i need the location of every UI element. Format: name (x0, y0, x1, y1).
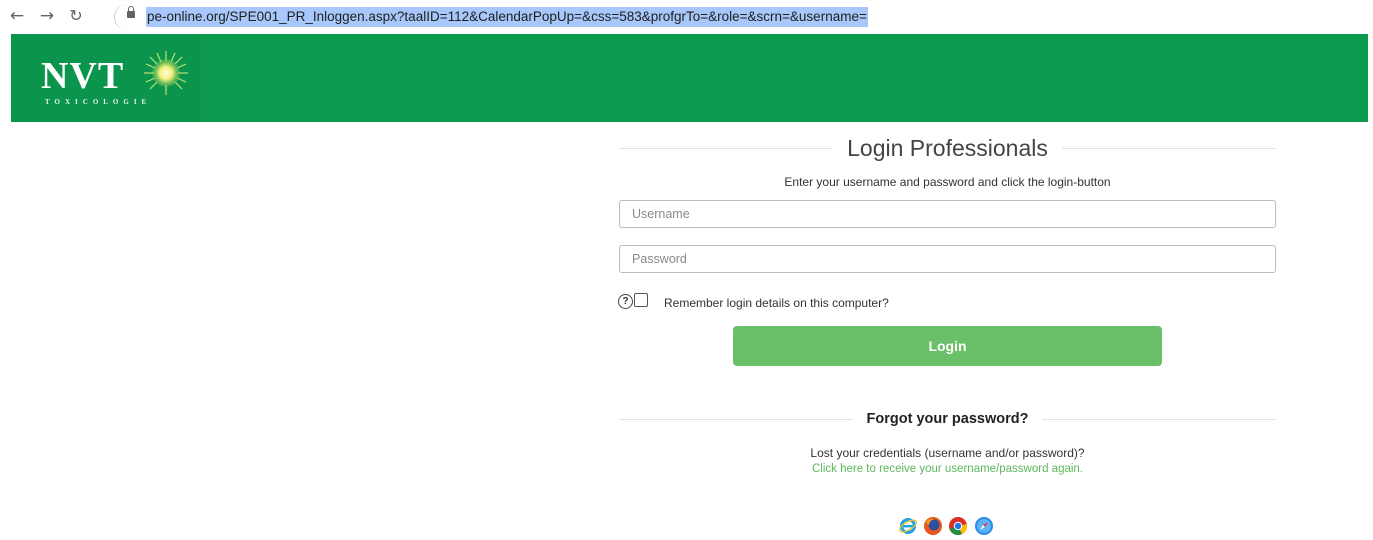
lost-credentials-text: Lost your credentials (username and/or p… (810, 446, 1085, 460)
chrome-icon (949, 517, 968, 535)
safari-icon (975, 517, 993, 535)
login-title-text: Login Professionals (833, 135, 1062, 161)
arrow-left-icon[interactable]: ← (7, 6, 27, 26)
header-banner: NVT TOXICOLOGIE (11, 34, 1368, 122)
logo[interactable]: NVT TOXICOLOGIE (11, 34, 201, 122)
arrow-right-icon[interactable]: → (37, 6, 57, 26)
internet-explorer-icon (898, 518, 918, 534)
sun-logo-icon (144, 51, 188, 95)
remember-checkbox[interactable] (634, 293, 648, 307)
login-title: Login Professionals (619, 133, 1276, 163)
forgot-title-text: Forgot your password? (852, 411, 1043, 427)
login-button[interactable]: Login (733, 326, 1162, 366)
password-input[interactable] (619, 245, 1276, 273)
remember-label: Remember login details on this computer? (664, 296, 889, 310)
url-text[interactable]: pe-online.org/SPE001_PR_Inloggen.aspx?ta… (146, 7, 868, 27)
logo-text: NVT (41, 55, 125, 97)
username-input[interactable] (619, 200, 1276, 228)
forgot-title: Forgot your password? (619, 409, 1276, 429)
omnibox[interactable] (114, 4, 127, 30)
recover-credentials-link[interactable]: Click here to receive your username/pass… (619, 463, 1276, 475)
logo-subtext: TOXICOLOGIE (45, 98, 152, 106)
firefox-icon (924, 517, 942, 535)
lock-icon[interactable] (127, 6, 135, 18)
help-icon[interactable]: ? (618, 294, 633, 309)
browser-address-bar: ← → ↻ pe-online.org/SPE001_PR_Inloggen.a… (0, 0, 1373, 34)
login-instructions: Enter your username and password and cli… (784, 175, 1111, 189)
reload-icon[interactable]: ↻ (66, 6, 86, 26)
